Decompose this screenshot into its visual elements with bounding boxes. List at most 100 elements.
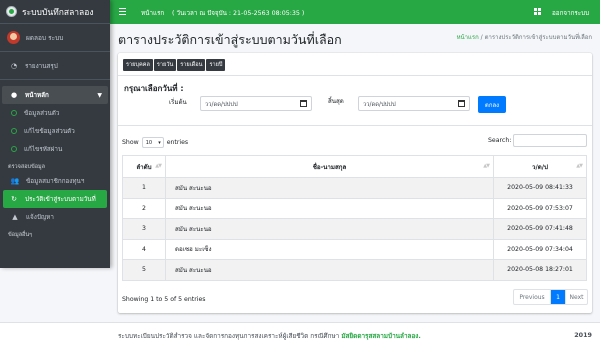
show-label: Show bbox=[122, 139, 139, 146]
sidebar: ระบบบันทึกสลาลอง ผดลอบ ระบบ ◔ รายงานสรุป… bbox=[0, 0, 110, 268]
cell-name: สมัน สะนะนอ bbox=[165, 177, 494, 199]
sidebar-item-label: แก้ไขรหัสผ่าน bbox=[24, 146, 63, 153]
table-info: Showing 1 to 5 of 5 entries bbox=[122, 296, 206, 303]
start-date-label: เริ่มต้น bbox=[169, 99, 187, 106]
current-datetime: ( วันเวลา ณ ปัจจุบัน : 21-05-2563 08:05:… bbox=[172, 10, 305, 17]
column-header-date[interactable]: ว/ด/ป ▲▼ bbox=[493, 155, 587, 178]
sidebar-item-edit-profile[interactable]: แก้ไขข้อมูลส่วนตัว bbox=[0, 122, 110, 140]
current-page-button[interactable]: 1 bbox=[551, 290, 565, 304]
cell-date: 2020-05-08 18:27:01 bbox=[493, 259, 587, 281]
breadcrumb: หน้าแรก / ตารางประวัติการเข้าสู่ระบบตามว… bbox=[457, 32, 592, 42]
sidebar-item-profile[interactable]: ข้อมูลส่วนตัว bbox=[0, 104, 110, 122]
column-header-name[interactable]: ชื่อ-นามสกุล ▲▼ bbox=[165, 155, 494, 178]
breadcrumb-separator: / bbox=[480, 34, 483, 41]
search-input[interactable] bbox=[513, 134, 587, 147]
submit-button[interactable]: ตกลง bbox=[478, 96, 506, 113]
table-header-row: ลำดับ ▲▼ ชื่อ-นามสกุล ▲▼ ว/ด/ป ▲▼ bbox=[122, 155, 587, 178]
breadcrumb-current: ตารางประวัติการเข้าสู่ระบบตามวันที่เลือก bbox=[484, 34, 592, 41]
sidebar-item-report-problem[interactable]: ▲ แจ้งปัญหา bbox=[0, 208, 110, 226]
filter-year-button[interactable]: รายปี bbox=[206, 59, 226, 71]
sidebar-item-label: แก้ไขข้อมูลส่วนตัว bbox=[24, 128, 75, 135]
filter-month-button[interactable]: รายเดือน bbox=[177, 59, 206, 71]
cell-date: 2020-05-09 07:41:48 bbox=[493, 218, 587, 240]
start-date-input[interactable]: วว/ดด/ปปปป bbox=[200, 96, 312, 111]
chevron-down-icon: ▼ bbox=[97, 91, 102, 99]
end-date-label: สิ้นสุด bbox=[328, 98, 344, 105]
history-icon: ↻ bbox=[11, 195, 17, 203]
entries-select[interactable]: 10 bbox=[141, 137, 164, 148]
table-row: 1 สมัน สะนะนอ 2020-05-09 08:41:33 bbox=[122, 177, 587, 199]
cell-index: 2 bbox=[122, 197, 166, 219]
cell-index: 5 bbox=[122, 259, 166, 281]
cell-name: ดอเซฮ มะเซ็ง bbox=[165, 238, 494, 260]
footer-highlight[interactable]: มัสยิดดารุสสลามบ้านลำลอง. bbox=[341, 332, 421, 340]
cell-date: 2020-05-09 07:53:07 bbox=[493, 197, 587, 219]
end-date-input[interactable]: วว/ดด/ปปปป bbox=[358, 96, 470, 111]
calendar-icon[interactable] bbox=[300, 100, 307, 107]
sidebar-item-members[interactable]: 👥 ข้อมูลสมาชิกกองทุนฯ bbox=[0, 172, 110, 190]
sidebar-item-label: ข้อมูลส่วนตัว bbox=[24, 110, 60, 117]
table-row: 2 สมัน สะนะนอ 2020-05-09 07:53:07 bbox=[122, 197, 587, 219]
users-icon: 👥 bbox=[10, 177, 20, 185]
sidebar-item-label: หน้าหลัก bbox=[25, 92, 49, 99]
sidebar-item-label: ข้อมูลสมาชิกกองทุนฯ bbox=[26, 178, 85, 185]
sort-icon: ▲▼ bbox=[155, 163, 162, 169]
brand-logo bbox=[6, 6, 17, 17]
cell-index: 4 bbox=[122, 238, 166, 260]
filter-day-button[interactable]: รายวัน bbox=[153, 59, 177, 71]
divider bbox=[118, 75, 592, 76]
calendar-icon[interactable] bbox=[458, 100, 465, 107]
brand-link[interactable]: ระบบบันทึกสลาลอง bbox=[0, 0, 110, 24]
dashboard-icon: ◔ bbox=[10, 61, 18, 70]
circle-icon bbox=[11, 146, 17, 152]
entries-label: entries bbox=[166, 139, 189, 146]
sort-icon: ▲▼ bbox=[576, 163, 583, 169]
sidebar-section-header: ตรวจสอบข้อมูล bbox=[8, 164, 46, 170]
avatar bbox=[7, 31, 20, 44]
sidebar-section-header: ข้อมูลอื่นๆ bbox=[8, 232, 33, 238]
date-select-title: กรุณาเลือกวันที่ : bbox=[124, 84, 184, 93]
footer-text: ระบบทะเบียนประวัติสำรวจ และจัดการกองทุนก… bbox=[118, 332, 421, 340]
user-name: ผดลอบ ระบบ bbox=[26, 33, 64, 42]
search-label: Search: bbox=[488, 137, 512, 144]
circle-icon bbox=[11, 110, 17, 116]
cell-name: สมัน สะนะนอ bbox=[165, 259, 494, 281]
footer-year: 2019 bbox=[574, 331, 592, 339]
cell-name: สมัน สะนะนอ bbox=[165, 218, 494, 240]
table-row: 5 สมัน สะนะนอ 2020-05-08 18:27:01 bbox=[122, 259, 587, 281]
circle-icon bbox=[11, 128, 17, 134]
sidebar-item-summary[interactable]: ◔ รายงานสรุป bbox=[0, 52, 110, 80]
sidebar-item-label: รายงานสรุป bbox=[25, 62, 58, 70]
filter-person-button[interactable]: รายบุคคล bbox=[123, 59, 153, 71]
sort-icon: ▲▼ bbox=[483, 163, 490, 169]
cell-index: 3 bbox=[122, 218, 166, 240]
user-panel[interactable]: ผดลอบ ระบบ bbox=[0, 24, 110, 52]
top-home-link[interactable]: หน้าแรก bbox=[141, 8, 164, 18]
end-date-placeholder: วว/ดด/ปปปป bbox=[363, 101, 396, 108]
user-circle-icon: ● bbox=[10, 91, 18, 99]
sidebar-item-label: แจ้งปัญหา bbox=[26, 214, 54, 221]
logout-icon[interactable] bbox=[534, 8, 541, 15]
cell-index: 1 bbox=[122, 177, 166, 199]
breadcrumb-home[interactable]: หน้าแรก bbox=[457, 34, 479, 41]
footer-divider bbox=[0, 322, 600, 323]
cell-date: 2020-05-09 07:34:04 bbox=[493, 238, 587, 260]
menu-toggle-icon[interactable] bbox=[119, 8, 126, 17]
cell-date: 2020-05-09 08:41:33 bbox=[493, 177, 587, 199]
login-history-table: ลำดับ ▲▼ ชื่อ-นามสกุล ▲▼ ว/ด/ป ▲▼ 1 สมัน สะ… bbox=[122, 155, 587, 281]
logout-link[interactable]: ออกจากระบบ bbox=[552, 8, 589, 18]
sidebar-item-label: ประวัติเข้าสู่ระบบตามวันที่ bbox=[25, 196, 96, 203]
page-title: ตารางประวัติการเข้าสู่ระบบตามวันที่เลือก bbox=[118, 32, 342, 47]
history-card: รายบุคคล รายวัน รายเดือน รายปี กรุณาเลือ… bbox=[118, 53, 592, 313]
divider bbox=[118, 125, 592, 126]
table-row: 3 สมัน สะนะนอ 2020-05-09 07:41:48 bbox=[122, 218, 587, 240]
pagination: Previous 1 Next bbox=[513, 289, 588, 305]
previous-page-button[interactable]: Previous bbox=[514, 290, 551, 304]
sidebar-item-login-history[interactable]: ↻ ประวัติเข้าสู่ระบบตามวันที่ bbox=[3, 190, 107, 208]
column-header-index[interactable]: ลำดับ ▲▼ bbox=[122, 155, 166, 178]
next-page-button[interactable]: Next bbox=[565, 290, 587, 304]
sidebar-item-change-password[interactable]: แก้ไขรหัสผ่าน bbox=[0, 140, 110, 158]
sidebar-item-main[interactable]: ● หน้าหลัก ▼ bbox=[2, 86, 108, 104]
table-row: 4 ดอเซฮ มะเซ็ง 2020-05-09 07:34:04 bbox=[122, 238, 587, 260]
cell-name: สมัน สะนะนอ bbox=[165, 197, 494, 219]
